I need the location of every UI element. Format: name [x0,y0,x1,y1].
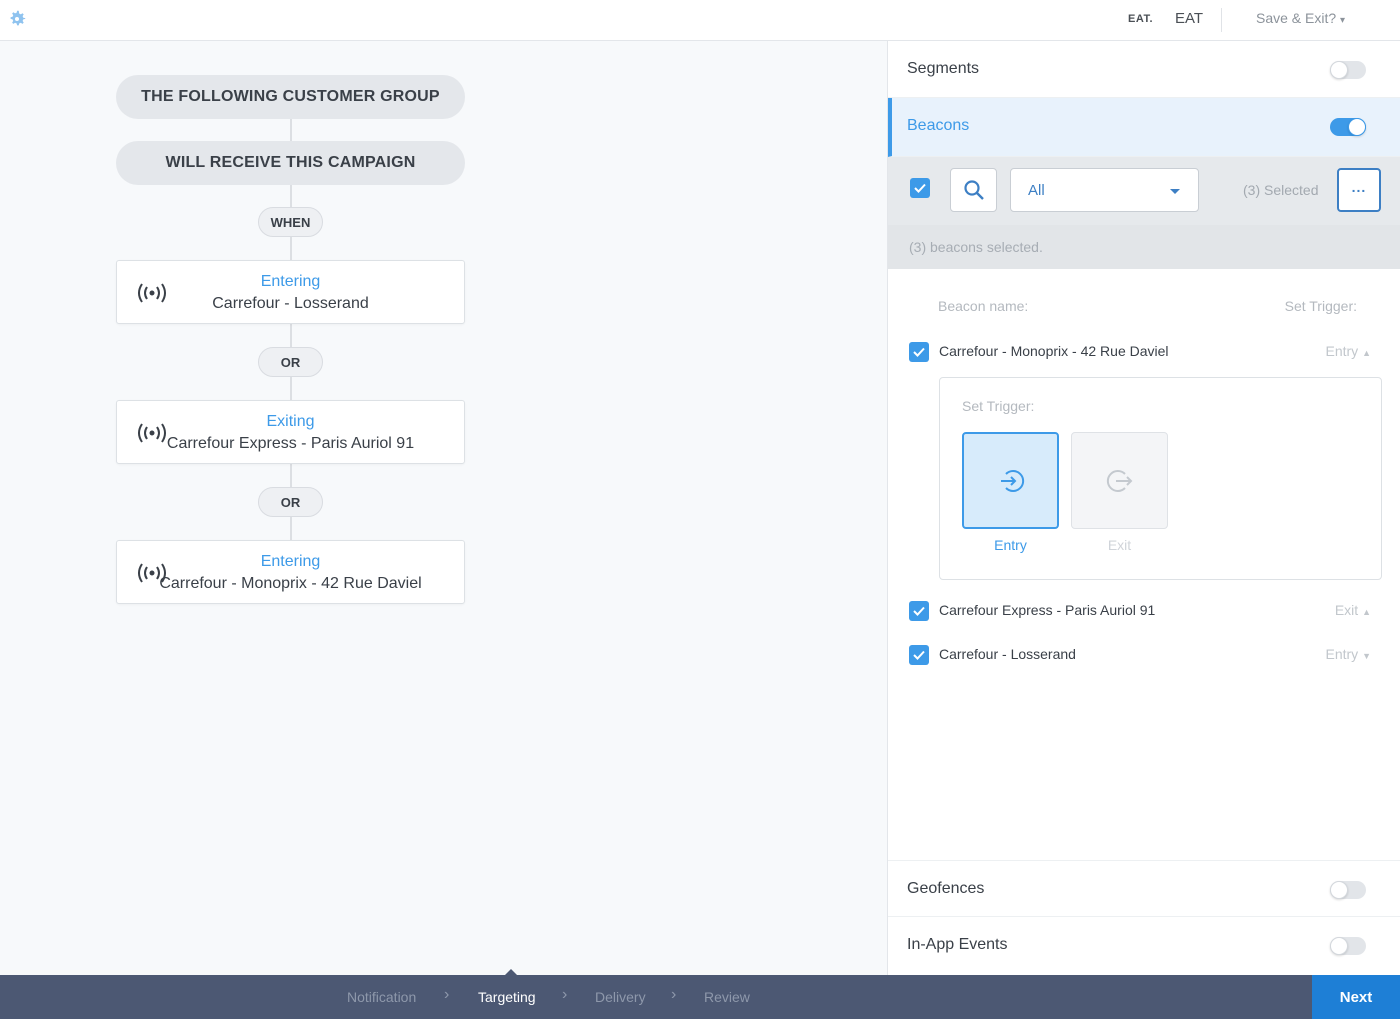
toggle-knob [1330,881,1348,899]
rule-trigger: Entering [260,553,321,570]
beacon-trigger-toggle[interactable]: Entry ▲ [1326,343,1372,359]
selection-info-text: (3) beacons selected. [909,239,1043,255]
flow-canvas: THE FOLLOWING CUSTOMER GROUP WILL RECEIV… [0,41,887,975]
beacons-toggle[interactable] [1330,118,1366,136]
or-chip: OR [258,347,323,377]
more-options-button[interactable]: ... [1337,168,1381,212]
segments-toggle[interactable] [1330,61,1366,79]
brand-name: EAT [1175,10,1204,27]
step-delivery[interactable]: Delivery [595,989,646,1005]
gear-icon[interactable] [6,8,28,30]
next-button[interactable]: Next [1312,975,1400,1019]
header-divider [1221,8,1222,32]
geofences-toggle[interactable] [1330,881,1366,899]
toggle-knob [1330,937,1348,955]
rule-card[interactable]: Entering Carrefour - Monoprix - 42 Rue D… [116,540,465,604]
rule-beacon: Carrefour - Losserand [212,295,369,312]
rule-trigger: Exiting [266,413,315,430]
toggle-knob [1330,61,1348,79]
beacon-trigger-value: Exit [1334,602,1359,618]
step-notification[interactable]: Notification [347,989,416,1005]
beacon-filter-bar: All (3) Selected ... [888,157,1400,225]
top-bar: EAT. EAT Save & Exit? ▾ [0,0,1400,41]
select-all-checkbox[interactable] [910,178,930,198]
chevron-right-icon: › [562,986,568,1003]
chevron-up-icon: ▲ [1362,348,1371,358]
search-icon [964,180,984,200]
chevron-up-icon: ▲ [1362,607,1371,617]
geofences-row[interactable]: Geofences [888,860,1400,917]
beacon-list-item[interactable]: Carrefour - Monoprix - 42 Rue Daviel Ent… [888,342,1400,372]
inapp-events-label: In-App Events [907,936,1008,953]
beacon-trigger-value: Entry [1325,646,1359,662]
step-targeting[interactable]: Targeting [478,989,536,1005]
beacon-list-item[interactable]: Carrefour Express - Paris Auriol 91 Exit… [888,601,1400,631]
set-trigger-box: Set Trigger: Entry Exit [939,377,1382,580]
caret-down-icon [1170,189,1180,194]
geofences-label: Geofences [907,880,985,897]
rule-card[interactable]: Exiting Carrefour Express - Paris Auriol… [116,400,465,464]
current-step-marker [505,969,517,975]
beacon-filter-select[interactable]: All [1010,168,1199,212]
rule-beacon: Carrefour - Monoprix - 42 Rue Daviel [159,575,422,592]
beacon-list-item[interactable]: Carrefour - Losserand Entry ▼ [888,645,1400,675]
beacon-checkbox[interactable] [909,645,929,665]
entry-icon [1000,469,1024,492]
entry-trigger-tile[interactable] [962,432,1059,529]
beacon-name: Carrefour - Monoprix - 42 Rue Daviel [939,343,1169,359]
check-icon [913,347,925,357]
check-icon [913,606,925,616]
selection-info-bar: (3) beacons selected. [888,225,1400,269]
segments-label: Segments [907,60,980,77]
set-trigger-label: Set Trigger: [962,398,1035,414]
exit-trigger-tile[interactable] [1071,432,1168,529]
rule-beacon: Carrefour Express - Paris Auriol 91 [166,435,415,452]
segments-row[interactable]: Segments [888,41,1400,98]
beacon-trigger-toggle[interactable]: Exit ▲ [1335,602,1371,618]
check-icon [913,650,925,660]
ellipsis-icon: ... [1351,179,1367,195]
chevron-right-icon: › [444,986,450,1003]
targeting-panel: Segments Beacons All (3) Selected ... (3… [887,41,1400,975]
exit-icon [1106,469,1132,492]
search-button[interactable] [950,168,997,212]
save-exit-button[interactable]: Save & Exit? ▾ [1256,10,1345,26]
beacon-name-header: Beacon name: [938,298,1029,314]
beacon-trigger-value: Entry [1325,343,1359,359]
customer-group-node[interactable]: THE FOLLOWING CUSTOMER GROUP [116,75,465,119]
chevron-down-icon: ▾ [1340,15,1346,26]
step-review[interactable]: Review [704,989,750,1005]
chevron-down-icon: ▼ [1362,651,1371,661]
beacon-name: Carrefour Express - Paris Auriol 91 [939,602,1156,618]
beacon-name: Carrefour - Losserand [939,646,1076,662]
beacon-checkbox[interactable] [909,601,929,621]
or-chip: OR [258,487,323,517]
inapp-events-row[interactable]: In-App Events [888,917,1400,974]
rule-trigger: Entering [260,273,321,290]
beacons-row[interactable]: Beacons [888,98,1400,157]
beacon-checkbox[interactable] [909,342,929,362]
campaign-node[interactable]: WILL RECEIVE THIS CAMPAIGN [116,141,465,185]
inapp-events-toggle[interactable] [1330,937,1366,955]
rule-card[interactable]: Entering Carrefour - Losserand [116,260,465,324]
save-exit-label: Save & Exit? [1256,10,1337,26]
exit-caption: Exit [1107,537,1132,553]
check-icon [914,183,926,193]
when-chip: WHEN [258,207,323,237]
wizard-step-bar: Notification › Targeting › Delivery › Re… [0,969,1400,1019]
select-value: All [1028,182,1045,199]
beacon-trigger-toggle[interactable]: Entry ▼ [1326,646,1372,662]
toggle-knob [1348,118,1366,136]
entry-caption: Entry [994,537,1027,553]
chevron-right-icon: › [671,986,677,1003]
beacons-label: Beacons [907,117,970,134]
set-trigger-header: Set Trigger: [1284,298,1357,314]
brand-logo-small: EAT. [1128,13,1154,25]
selected-count: (3) Selected [1243,182,1319,198]
